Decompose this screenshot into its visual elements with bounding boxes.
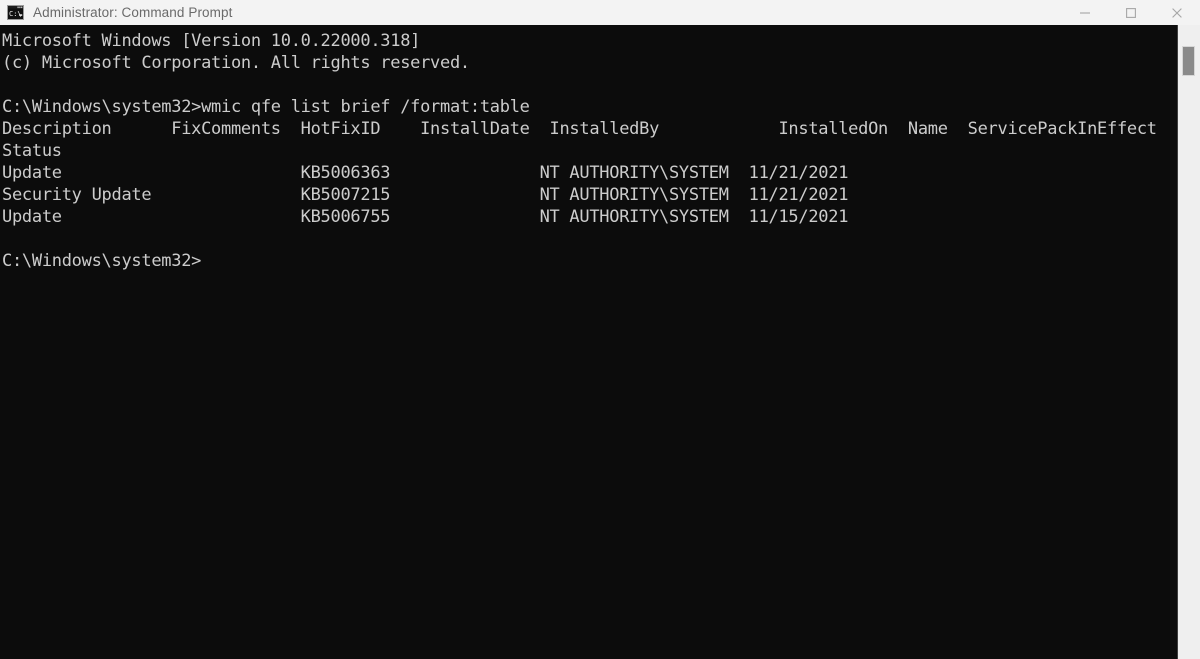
console-line-blank [2,74,1177,96]
console-command-line: C:\Windows\system32>wmic qfe list brief … [2,96,1177,118]
close-button[interactable] [1154,0,1200,25]
maximize-button[interactable] [1108,0,1154,25]
table-row: Update KB5006363 NT AUTHORITY\SYSTEM 11/… [2,162,1177,184]
vertical-scrollbar[interactable] [1177,25,1200,659]
svg-text:C:\: C:\ [9,10,22,18]
console-line: Microsoft Windows [Version 10.0.22000.31… [2,30,1177,52]
title-bar[interactable]: C:\ Administrator: Command Prompt [0,0,1200,25]
console-line: (c) Microsoft Corporation. All rights re… [2,52,1177,74]
console-output[interactable]: Microsoft Windows [Version 10.0.22000.31… [0,25,1177,659]
command-prompt-window: C:\ Administrator: Command Prompt Micros… [0,0,1200,659]
table-row: Update KB5006755 NT AUTHORITY\SYSTEM 11/… [2,206,1177,228]
command-prompt-icon: C:\ [7,5,24,20]
window-controls [1062,0,1200,25]
table-header-line-2: Status [2,140,1177,162]
scrollbar-thumb[interactable] [1182,46,1195,76]
table-row: Security Update KB5007215 NT AUTHORITY\S… [2,184,1177,206]
window-title: Administrator: Command Prompt [33,5,232,21]
title-bar-left: C:\ Administrator: Command Prompt [0,5,1062,21]
console-prompt: C:\Windows\system32> [2,250,1177,272]
table-header-line-1: Description FixComments HotFixID Install… [2,118,1177,140]
console-area: Microsoft Windows [Version 10.0.22000.31… [0,25,1200,659]
minimize-button[interactable] [1062,0,1108,25]
console-line-blank [2,228,1177,250]
